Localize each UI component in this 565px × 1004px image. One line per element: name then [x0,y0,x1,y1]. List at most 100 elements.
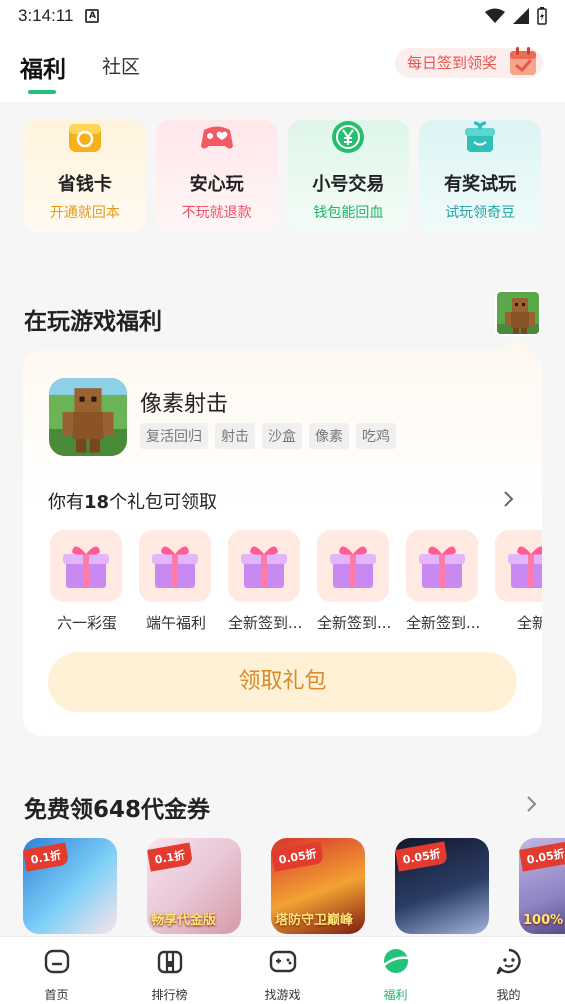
gift-label: 全新 [516,614,542,632]
nav-ranking[interactable]: 排行榜 [113,937,226,1004]
game-tag: 吃鸡 [356,423,396,449]
feature-title: 省钱卡 [57,174,112,195]
chevron-right-icon[interactable] [502,488,516,510]
game-name[interactable]: 像素射击 [140,386,228,418]
app-notification-icon: A [85,9,100,23]
discount-badge: 0.05折 [271,841,325,872]
voucher-game-card[interactable]: 0.05折 塔防守卫巅峰 [271,838,365,934]
gift-item[interactable]: 全新 [495,530,542,640]
nav-find-games[interactable]: 找游戏 [226,937,339,1004]
nav-label: 首页 [44,988,69,1002]
game-icon[interactable] [49,378,127,456]
claim-gifts-button[interactable]: 领取礼包 [48,652,517,712]
game-tag: 射击 [215,423,255,449]
gift-item[interactable]: 端午福利 [139,530,213,640]
nav-label: 我的 [496,988,521,1002]
status-icons [485,7,547,25]
gift-box-icon [241,546,287,588]
feature-card-save-card[interactable]: 省钱卡 开通就回本 [24,120,146,232]
daily-signin-button[interactable]: 每日签到领奖 [394,47,543,78]
feature-subtitle: 不玩就退款 [181,205,252,221]
planet-icon [382,949,408,973]
nav-home[interactable]: 首页 [0,937,113,1004]
feature-subtitle: 开通就回本 [49,205,120,221]
game-banner-text: 塔防守卫巅峰 [275,913,354,928]
voucher-game-card[interactable]: 0.05折 100% [519,838,565,934]
top-header: 福利 社区 每日签到领奖 [0,32,565,102]
gift-count-row[interactable]: 你有18个礼包可领取 [48,488,217,514]
profile-face-icon [496,948,521,975]
gift-box-icon [63,546,109,588]
tab-community[interactable]: 社区 [102,52,140,79]
gift-label: 端午福利 [145,614,206,632]
voucher-game-card[interactable]: 0.1折 畅享代金版 [147,838,241,934]
nav-label: 找游戏 [264,988,301,1002]
gamepad-icon [269,950,296,973]
gamepad-heart-icon [200,126,233,149]
bottom-navigation: 首页 排行榜 找游戏 福利 我的 [0,936,565,1004]
gift-label: 全新签到... [228,614,303,632]
feature-card-trial-play[interactable]: 有奖试玩 试玩领奇豆 [419,120,541,232]
gift-box-icon [330,546,376,588]
voucher-section-title: 免费领648代金券 [24,797,211,823]
chevron-right-icon[interactable] [525,793,539,815]
game-banner-text: 畅享代金版 [151,913,217,928]
pixel-character-icon [497,292,539,334]
game-tags: 复活回归 射击 沙盒 像素 吃鸡 [140,423,396,449]
selected-game-thumbnail[interactable] [495,290,541,336]
tab-welfare[interactable]: 福利 [20,50,66,84]
nav-welfare[interactable]: 福利 [339,937,452,1004]
gift-label: 全新签到... [406,614,481,632]
home-icon [44,949,69,974]
gift-count-suffix: 个礼包可领取 [109,492,218,513]
gift-box-icon [508,546,542,588]
voucher-game-card[interactable]: 0.1折 [23,838,117,934]
coin-card-icon [68,124,101,152]
battery-icon [537,7,547,25]
discount-badge: 0.05折 [519,841,565,872]
status-time: 3:14:11 [18,6,74,25]
discount-badge: 0.1折 [23,842,69,872]
game-tag: 复活回归 [140,423,208,449]
daily-signin-label: 每日签到领奖 [406,54,497,72]
game-tag: 沙盒 [262,423,302,449]
gift-count-number: 18 [84,492,110,513]
nav-label: 排行榜 [151,988,188,1002]
status-bar: 3:14:11 A [0,0,565,32]
playing-welfare-card: 像素射击 复活回归 射击 沙盒 像素 吃鸡 你有18个礼包可领取 六一彩蛋 端午… [23,350,542,736]
game-tag: 像素 [309,423,349,449]
game-banner-text: 100% [523,913,564,928]
wifi-icon [485,8,505,23]
ranking-icon [157,950,182,974]
gift-box-icon [465,121,496,152]
active-tab-indicator [28,90,56,94]
gift-label: 全新签到... [317,614,392,632]
discount-badge: 0.05折 [395,841,449,872]
gift-box-icon [419,546,465,588]
feature-subtitle: 试玩领奇豆 [445,205,516,221]
feature-card-safe-play[interactable]: 安心玩 不玩就退款 [155,120,278,232]
nav-profile[interactable]: 我的 [452,937,565,1004]
feature-card-account-trade[interactable]: 小号交易 钱包能回血 [287,120,410,232]
discount-badge: 0.1折 [147,842,193,872]
pixel-character-icon [49,378,127,456]
calendar-gift-icon [510,47,536,75]
feature-title: 有奖试玩 [444,174,517,195]
gift-item[interactable]: 六一彩蛋 [50,530,124,640]
gift-item[interactable]: 全新签到... [406,530,480,640]
voucher-game-list: 0.1折 0.1折 畅享代金版 0.05折 塔防守卫巅峰 0.05折 0.05折… [23,838,565,934]
gift-list: 六一彩蛋 端午福利 全新签到... 全新签到... 全新签到... 全新 [50,530,542,640]
yen-coin-icon [332,121,365,153]
signal-icon [513,8,529,24]
feature-subtitle: 钱包能回血 [313,205,384,221]
gift-label: 六一彩蛋 [56,614,117,632]
feature-title: 安心玩 [189,174,244,195]
gift-count-prefix: 你有 [48,492,84,513]
voucher-game-card[interactable]: 0.05折 [395,838,489,934]
gift-item[interactable]: 全新签到... [228,530,302,640]
feature-title: 小号交易 [312,174,385,195]
feature-cards: 省钱卡 开通就回本 安心玩 不玩就退款 小号交易 钱包能回血 有奖试玩 试玩领奇… [24,120,541,232]
gift-item[interactable]: 全新签到... [317,530,391,640]
gift-box-icon [152,546,198,588]
nav-label: 福利 [383,988,408,1002]
